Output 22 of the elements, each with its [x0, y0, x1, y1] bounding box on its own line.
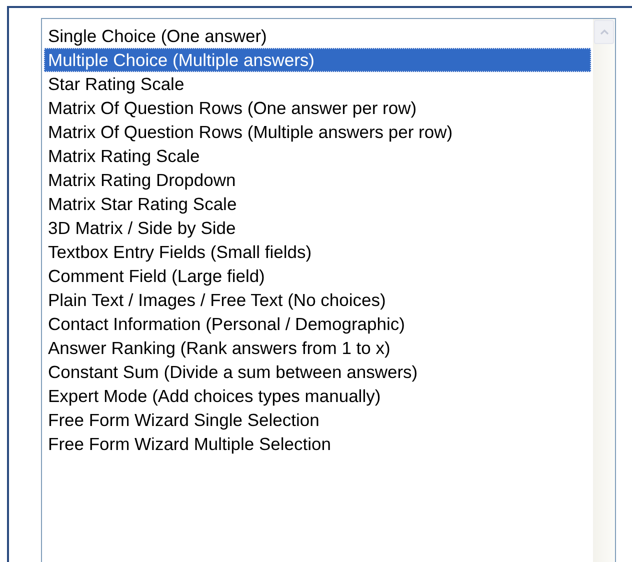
scrollbar[interactable]	[593, 19, 615, 562]
scroll-up-button[interactable]	[594, 20, 614, 44]
list-item[interactable]: Textbox Entry Fields (Small fields)	[44, 240, 591, 264]
list-item[interactable]: Single Choice (One answer)	[44, 24, 591, 48]
list-item[interactable]: Free Form Wizard Single Selection	[44, 408, 591, 432]
chevron-up-icon	[600, 29, 608, 35]
list-item[interactable]: Matrix Of Question Rows (Multiple answers per row)	[44, 120, 591, 144]
list-item[interactable]: Comment Field (Large field)	[44, 264, 591, 288]
list-item[interactable]: Free Form Wizard Multiple Selection	[44, 432, 591, 456]
list-item[interactable]: Matrix Of Question Rows (One answer per row)	[44, 96, 591, 120]
list-item[interactable]: Matrix Rating Dropdown	[44, 168, 591, 192]
list-item[interactable]: Matrix Star Rating Scale	[44, 192, 591, 216]
list-item[interactable]: Contact Information (Personal / Demographic)	[44, 312, 591, 336]
list-item[interactable]: Star Rating Scale	[44, 72, 591, 96]
list-item[interactable]: Constant Sum (Divide a sum between answers)	[44, 360, 591, 384]
question-type-list[interactable]	[41, 18, 616, 562]
list-item[interactable]: Plain Text / Images / Free Text (No choices)	[44, 288, 591, 312]
list-item[interactable]: Answer Ranking (Rank answers from 1 to x)	[44, 336, 591, 360]
list-item[interactable]: Matrix Rating Scale	[44, 144, 591, 168]
list-item[interactable]: Expert Mode (Add choices types manually)	[44, 384, 591, 408]
list-item[interactable]: Multiple Choice (Multiple answers)	[44, 48, 591, 72]
list-item[interactable]: 3D Matrix / Side by Side	[44, 216, 591, 240]
